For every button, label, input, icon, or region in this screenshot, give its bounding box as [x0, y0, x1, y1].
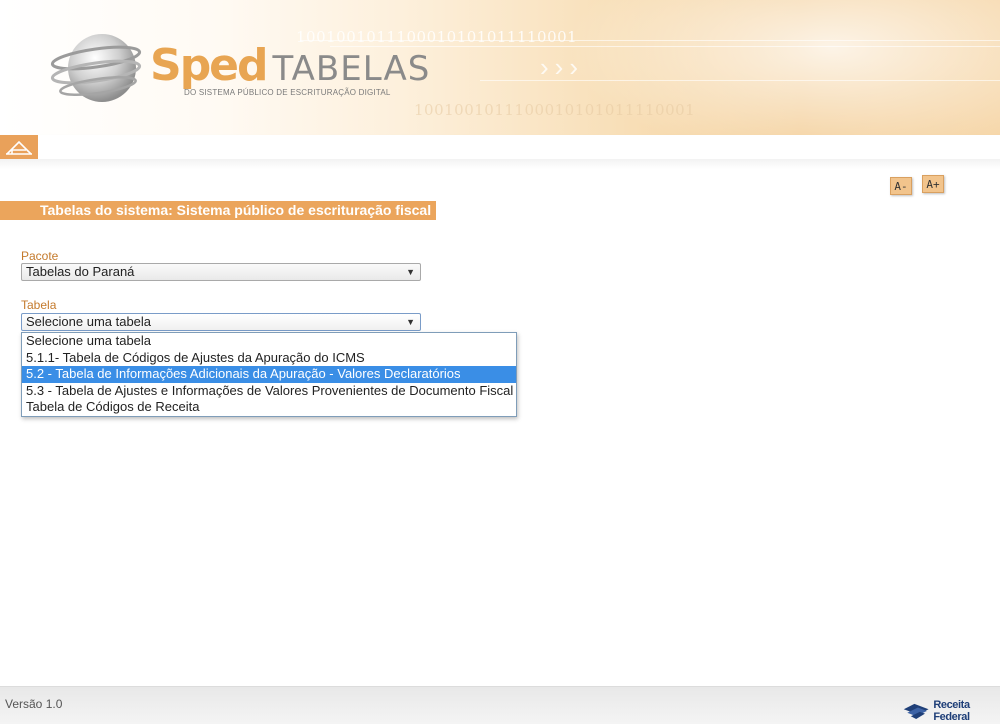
footer: Versão 1.0 Receita Federal: [0, 686, 1000, 724]
logo-wordmark: Sped TABELAS: [150, 40, 430, 91]
receita-federal-logo: Receita Federal: [902, 699, 1000, 723]
header-binary-bottom: 1001001011100010101011110001: [414, 101, 696, 119]
dropdown-option[interactable]: 5.3 - Tabela de Ajustes e Informações de…: [22, 383, 516, 400]
receita-federal-emblem-icon: [903, 703, 929, 719]
header-banner: 1001001011100010101011110001 10010010111…: [0, 0, 1000, 135]
home-icon: [6, 140, 32, 155]
tabela-select[interactable]: Selecione uma tabela ▼: [21, 313, 421, 331]
section-title: Tabelas do sistema: Sistema público de e…: [0, 201, 436, 220]
pacote-select-value: Tabelas do Paraná: [26, 264, 135, 279]
home-button[interactable]: [0, 135, 38, 159]
nav-bar: [0, 135, 1000, 159]
dropdown-option[interactable]: Tabela de Códigos de Receita: [22, 399, 516, 416]
logo-sped: Sped: [150, 40, 269, 91]
pacote-label: Pacote: [21, 249, 59, 263]
dropdown-option[interactable]: Selecione uma tabela: [22, 333, 516, 350]
globe-logo-icon: [50, 34, 142, 102]
dropdown-arrow-icon: ▼: [406, 267, 415, 277]
font-decrease-button[interactable]: A-: [890, 177, 912, 195]
tabela-select-value: Selecione uma tabela: [26, 314, 152, 329]
version-text: Versão 1.0: [5, 697, 63, 711]
chevron-decoration-icon: ›››: [540, 52, 584, 82]
nav-shadow: [0, 159, 1000, 169]
tabela-dropdown-list[interactable]: Selecione uma tabela 5.1.1- Tabela de Có…: [21, 332, 517, 417]
font-increase-button[interactable]: A+: [922, 175, 944, 193]
logo-tabelas: TABELAS: [272, 49, 431, 89]
pacote-select[interactable]: Tabelas do Paraná ▼: [21, 263, 421, 281]
dropdown-option-highlighted[interactable]: 5.2 - Tabela de Informações Adicionais d…: [22, 366, 516, 383]
tabela-label: Tabela: [21, 298, 57, 312]
header-line: [330, 46, 1000, 47]
receita-federal-text: Receita Federal: [933, 699, 970, 723]
dropdown-option[interactable]: 5.1.1- Tabela de Códigos de Ajustes da A…: [22, 350, 516, 367]
dropdown-arrow-icon: ▼: [406, 317, 415, 327]
logo-subtitle: DO SISTEMA PÚBLICO DE ESCRITURAÇÃO DIGIT…: [184, 88, 391, 97]
